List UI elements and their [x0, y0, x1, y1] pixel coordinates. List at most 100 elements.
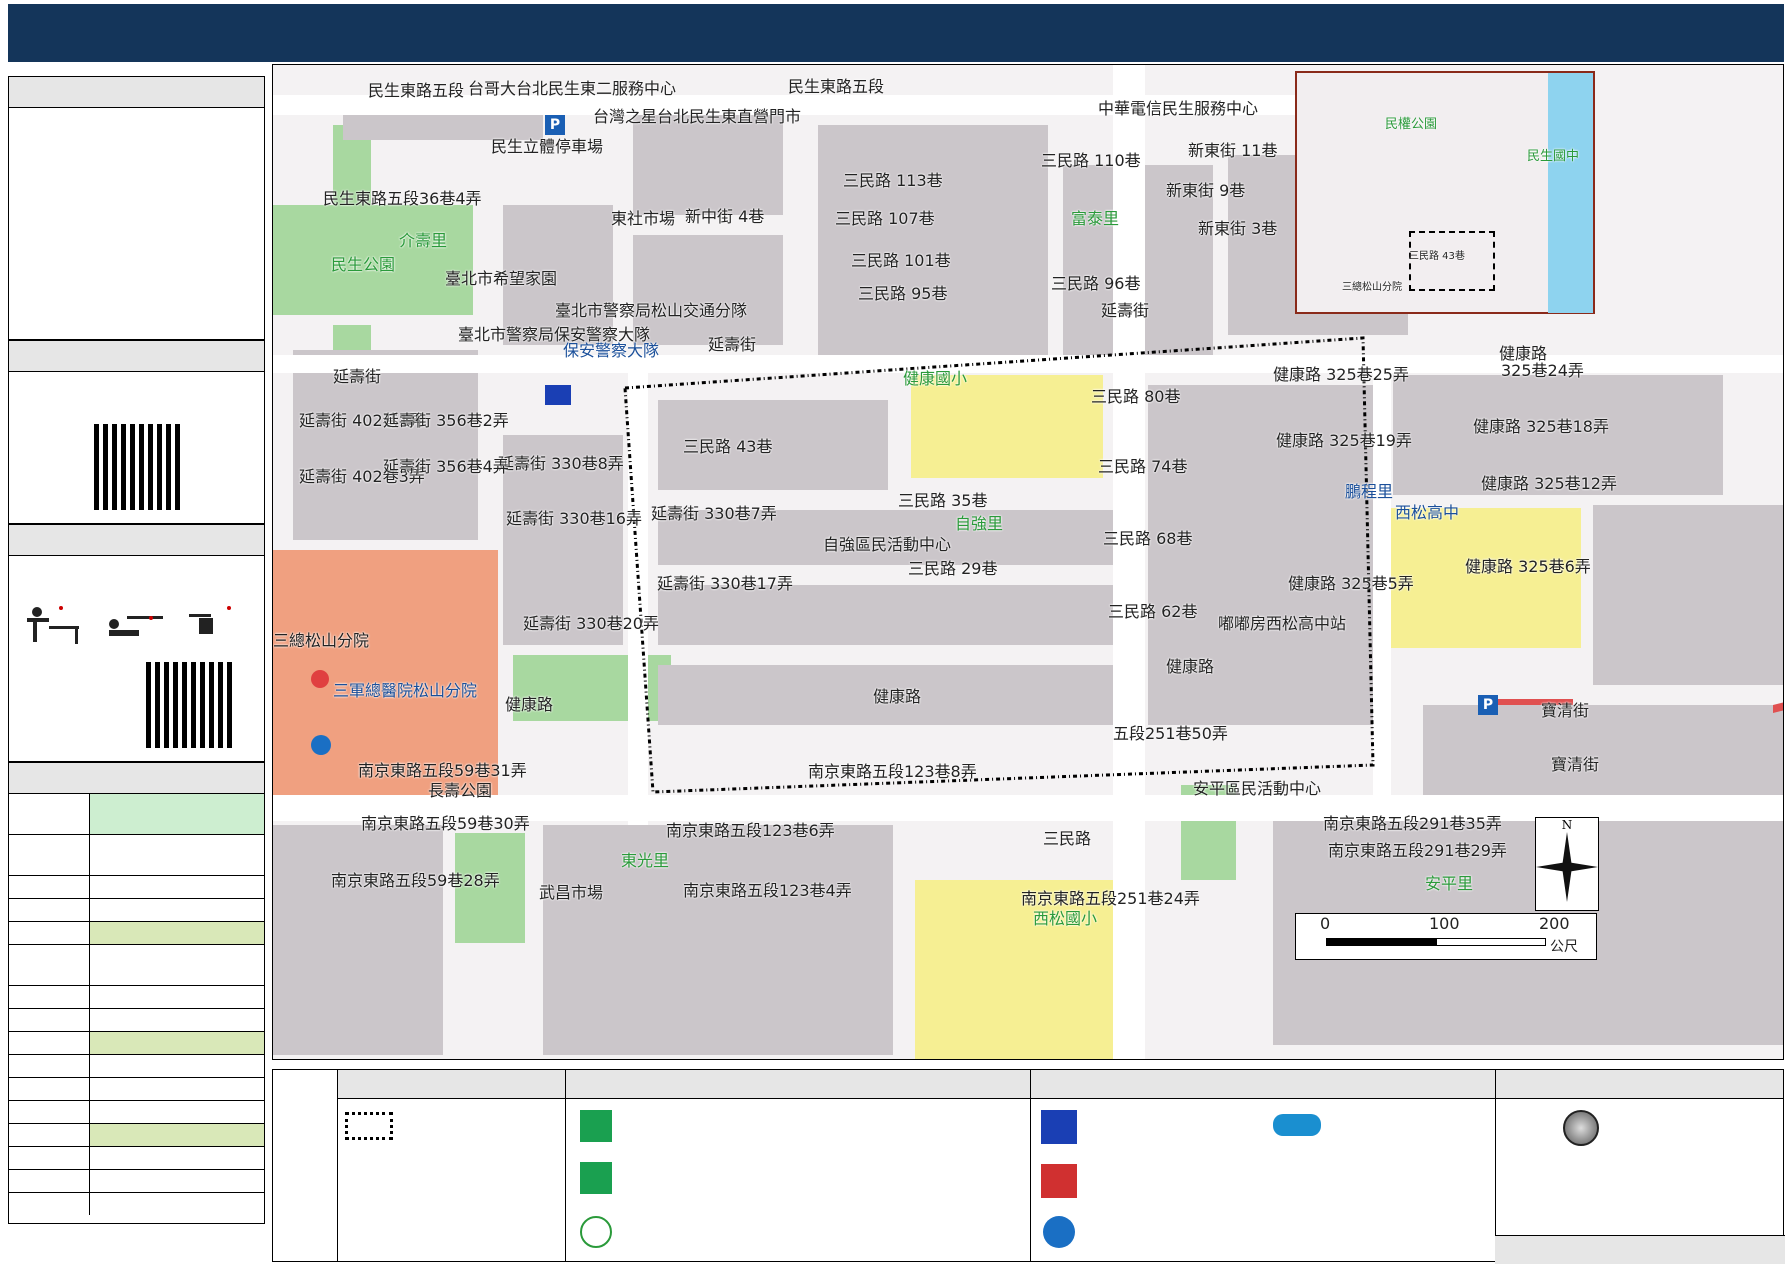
map-label: 三民路 62巷 — [1108, 602, 1198, 621]
qr-panel — [8, 372, 265, 524]
inset-label: 三民路 43巷 — [1409, 251, 1465, 262]
legend-footer — [1495, 1235, 1785, 1264]
map-label: 三民路 110巷 — [1041, 151, 1141, 170]
map-label: 西松高中 — [1395, 503, 1460, 522]
map-label: 南京東路五段59巷30弄 — [361, 814, 530, 833]
map-label: 三民路 96巷 — [1051, 274, 1141, 293]
map-label: 新東街 9巷 — [1166, 181, 1246, 200]
map-label: 三民路 74巷 — [1098, 457, 1188, 476]
helicopter-icon — [1273, 1114, 1321, 1136]
map-label: 安平區民活動中心 — [1193, 779, 1322, 798]
parking-icon: P — [1478, 695, 1498, 715]
map-label: 南京東路五段291巷29弄 — [1328, 841, 1507, 860]
map-label: 民生東路五段 — [788, 77, 885, 96]
map-view[interactable]: P P 民生東路五段 台哥大台北民生東二服務中心 台灣之星台北民生東直營門市 民… — [272, 64, 1784, 1060]
map-label: 三民路 68巷 — [1103, 529, 1193, 548]
map-label: 西松國小 — [1033, 909, 1098, 928]
police-legend-icon — [1041, 1110, 1077, 1144]
map-label: 保安警察大隊 — [563, 341, 660, 360]
map-label: 東社市場 — [611, 209, 676, 228]
medical-legend-icon — [1043, 1216, 1075, 1248]
map-label: 延壽街 356巷2弄 — [383, 411, 509, 430]
map-label: 南京東路五段59巷28弄 — [331, 871, 500, 890]
map-label: 延壽街 330巷7弄 — [651, 504, 777, 523]
map-label: 南京東路五段291巷35弄 — [1323, 814, 1502, 833]
evacuation-icon — [580, 1162, 612, 1194]
map-label: 健康路 — [505, 695, 554, 714]
map-label: 健康路 325巷5弄 — [1288, 574, 1414, 593]
info-table — [8, 794, 265, 1224]
map-label: 寶清街 — [1551, 755, 1600, 774]
map-label: 南京東路五段123巷6弄 — [666, 821, 835, 840]
map-label: 南京東路五段123巷8弄 — [808, 762, 977, 781]
map-label: 延壽街 330巷16弄 — [506, 509, 642, 528]
fire-station-icon — [1041, 1164, 1077, 1198]
map-label: 五段251巷50弄 — [1113, 724, 1228, 743]
circle-marker-icon — [1563, 1110, 1599, 1146]
map-label: 介壽里 — [399, 231, 448, 250]
map-label: 長壽公園 — [428, 781, 493, 800]
map-label: 延壽街 330巷20弄 — [523, 614, 659, 633]
map-label: 健康路 325巷19弄 — [1276, 431, 1412, 450]
map-label: 健康路 325巷18弄 — [1473, 417, 1609, 436]
inset-label: 民權公園 — [1385, 117, 1438, 132]
qr-code-2[interactable] — [146, 662, 232, 748]
map-label: 新東街 3巷 — [1198, 219, 1278, 238]
inset-map: 民權公園 民生國中 三民路 43巷 三總松山分院 — [1295, 71, 1595, 314]
map-label: 三民路 113巷 — [843, 171, 943, 190]
map-label: 延壽街 330巷17弄 — [657, 574, 793, 593]
parking-icon: P — [545, 115, 565, 135]
shelter-icon — [580, 1110, 612, 1142]
river-area — [1548, 73, 1593, 313]
map-label: 民生公園 — [331, 255, 396, 274]
map-label: 三民路 101巷 — [851, 251, 951, 270]
map-label: 鵬程里 — [1345, 482, 1394, 501]
map-label: 新中街 4巷 — [685, 207, 765, 226]
boundary-legend-icon — [345, 1112, 393, 1140]
earthquake-panel — [8, 556, 265, 762]
panel-header-2 — [8, 340, 265, 372]
map-label: 嘟嘟房西松高中站 — [1218, 614, 1347, 633]
medical-icon — [311, 735, 331, 755]
map-label: 三民路 95巷 — [858, 284, 948, 303]
qr-code[interactable] — [94, 424, 180, 510]
map-label: 臺北市希望家園 — [445, 269, 558, 288]
reserve-icon — [580, 1216, 612, 1248]
hospital-icon — [311, 670, 329, 688]
map-label: 寶清街 — [1541, 701, 1590, 720]
map-label: 臺北市警察局松山交通分隊 — [555, 301, 748, 320]
map-label: 東光里 — [621, 851, 670, 870]
map-label: 三民路 35巷 — [898, 491, 988, 510]
map-label: 健康路 325巷12弄 — [1481, 474, 1617, 493]
map-label: 富泰里 — [1071, 209, 1120, 228]
drop-cover-hold-icon — [27, 606, 231, 644]
map-label: 健康路 325巷6弄 — [1465, 557, 1591, 576]
map-label: 延壽街 330巷8弄 — [498, 454, 624, 473]
map-label: 三軍總醫院松山分院 — [333, 681, 478, 700]
panel-header-4 — [8, 762, 265, 794]
map-label: 安平里 — [1425, 874, 1474, 893]
map-label: 武昌市場 — [539, 883, 604, 902]
map-label: 新東街 11巷 — [1188, 141, 1278, 160]
map-label: 自強里 — [955, 514, 1004, 533]
map-label: 三民路 — [1043, 829, 1092, 848]
map-label: 三民路 29巷 — [908, 559, 998, 578]
map-label: 台灣之星台北民生東直營門市 — [593, 107, 802, 126]
left-panel — [8, 76, 265, 1258]
map-label: 健康路 — [1166, 657, 1215, 676]
map-label: 三民路 43巷 — [683, 437, 773, 456]
inset-label: 三總松山分院 — [1342, 282, 1402, 293]
map-label: 民生東路五段 — [368, 81, 465, 100]
map-label: 自強區民活動中心 — [823, 535, 952, 554]
map-label: 延壽街 — [333, 367, 382, 386]
map-label: 延壽街 — [1101, 301, 1150, 320]
map-label: 延壽街 356巷4弄 — [383, 457, 509, 476]
north-arrow: N — [1535, 817, 1599, 911]
map-label: 中華電信民生服務中心 — [1098, 99, 1259, 118]
map-label: 健康國小 — [903, 369, 968, 388]
panel-body-1 — [8, 108, 265, 340]
police-icon — [545, 385, 571, 405]
map-label: 健康路 325巷25弄 — [1273, 365, 1409, 384]
map-label: 民生立體停車場 — [491, 137, 604, 156]
map-label: 三民路 107巷 — [835, 209, 935, 228]
